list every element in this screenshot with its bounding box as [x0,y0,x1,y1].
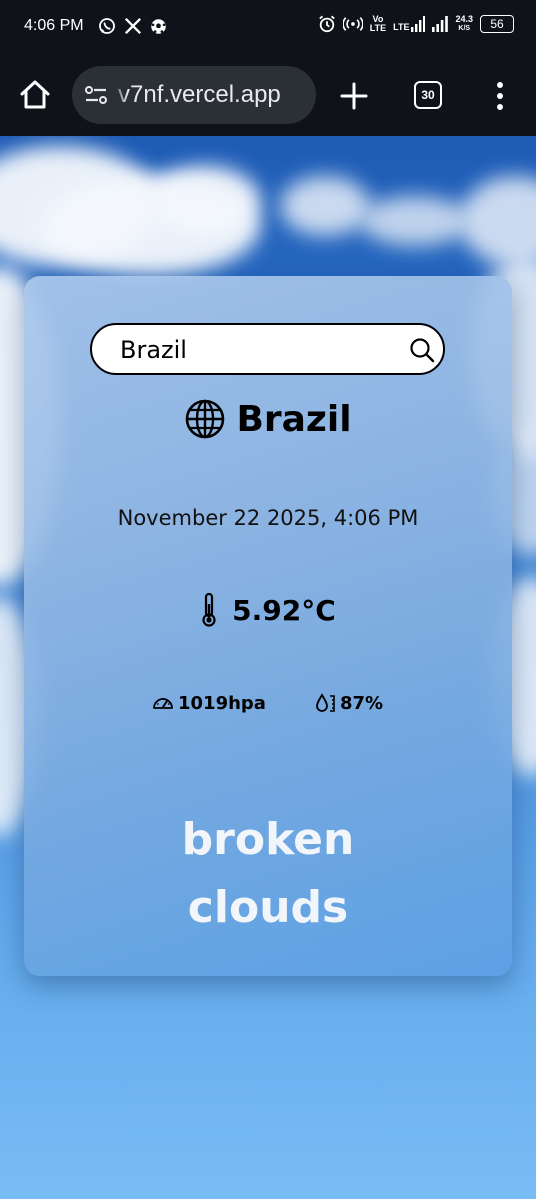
lte-signal-icon: LTE [393,16,426,32]
system-icons: Vo LTE LTE 24.3 K/S 56 [318,15,514,33]
more-menu-icon[interactable] [488,80,512,112]
alarm-icon [319,15,335,33]
tab-switcher-button[interactable]: 30 [414,81,442,109]
home-icon[interactable] [18,78,52,112]
search-input[interactable] [120,334,390,366]
weather-card: Brazil November 22 2025, 4:06 PM 5.92°C … [24,276,512,976]
thermometer-icon [202,592,216,627]
weather-description: broken clouds [24,806,512,942]
signal-icon [432,16,449,32]
search-icon[interactable] [408,336,436,364]
city-name: Brazil [236,398,352,440]
x-icon [124,17,142,35]
volte-icon: Vo LTE [369,14,387,33]
city-heading: Brazil [24,398,512,440]
status-bar: 4:06 PM Vo LTE LTE 24.3 K/S 56 [0,0,536,54]
notification-icons [98,17,167,35]
hotspot-icon [342,17,363,31]
new-tab-icon[interactable] [338,80,370,112]
status-time: 4:06 PM [24,17,84,34]
net-speed: 24.3 K/S [455,14,473,33]
date-time: November 22 2025, 4:06 PM [117,506,419,530]
site-settings-icon[interactable] [84,84,108,106]
pressure-value: 1019hpa [178,692,266,714]
address-bar[interactable]: v7nf.vercel.app [72,66,316,124]
humidity-stat: 87% [314,692,383,714]
description-line-2: clouds [187,882,349,933]
gauge-icon [153,698,173,709]
humidity-icon [316,693,335,712]
humidity-value: 87% [340,692,384,714]
soccer-ball-icon [151,18,166,34]
battery-icon: 56 [480,15,514,33]
globe-icon [186,399,225,439]
pressure-stat: 1019hpa [152,692,266,714]
whatsapp-icon [99,18,115,34]
weather-page: Brazil November 22 2025, 4:06 PM 5.92°C … [0,136,536,1199]
weather-stats: 1019hpa 87% [24,692,512,718]
url-text[interactable]: v7nf.vercel.app [118,81,281,109]
temperature-value: 5.92°C [232,593,336,627]
search-box[interactable] [90,323,445,375]
temperature-row: 5.92°C [24,592,512,628]
url-fade [110,66,128,124]
browser-toolbar: v7nf.vercel.app 30 [0,54,536,136]
description-line-1: broken [181,814,355,865]
